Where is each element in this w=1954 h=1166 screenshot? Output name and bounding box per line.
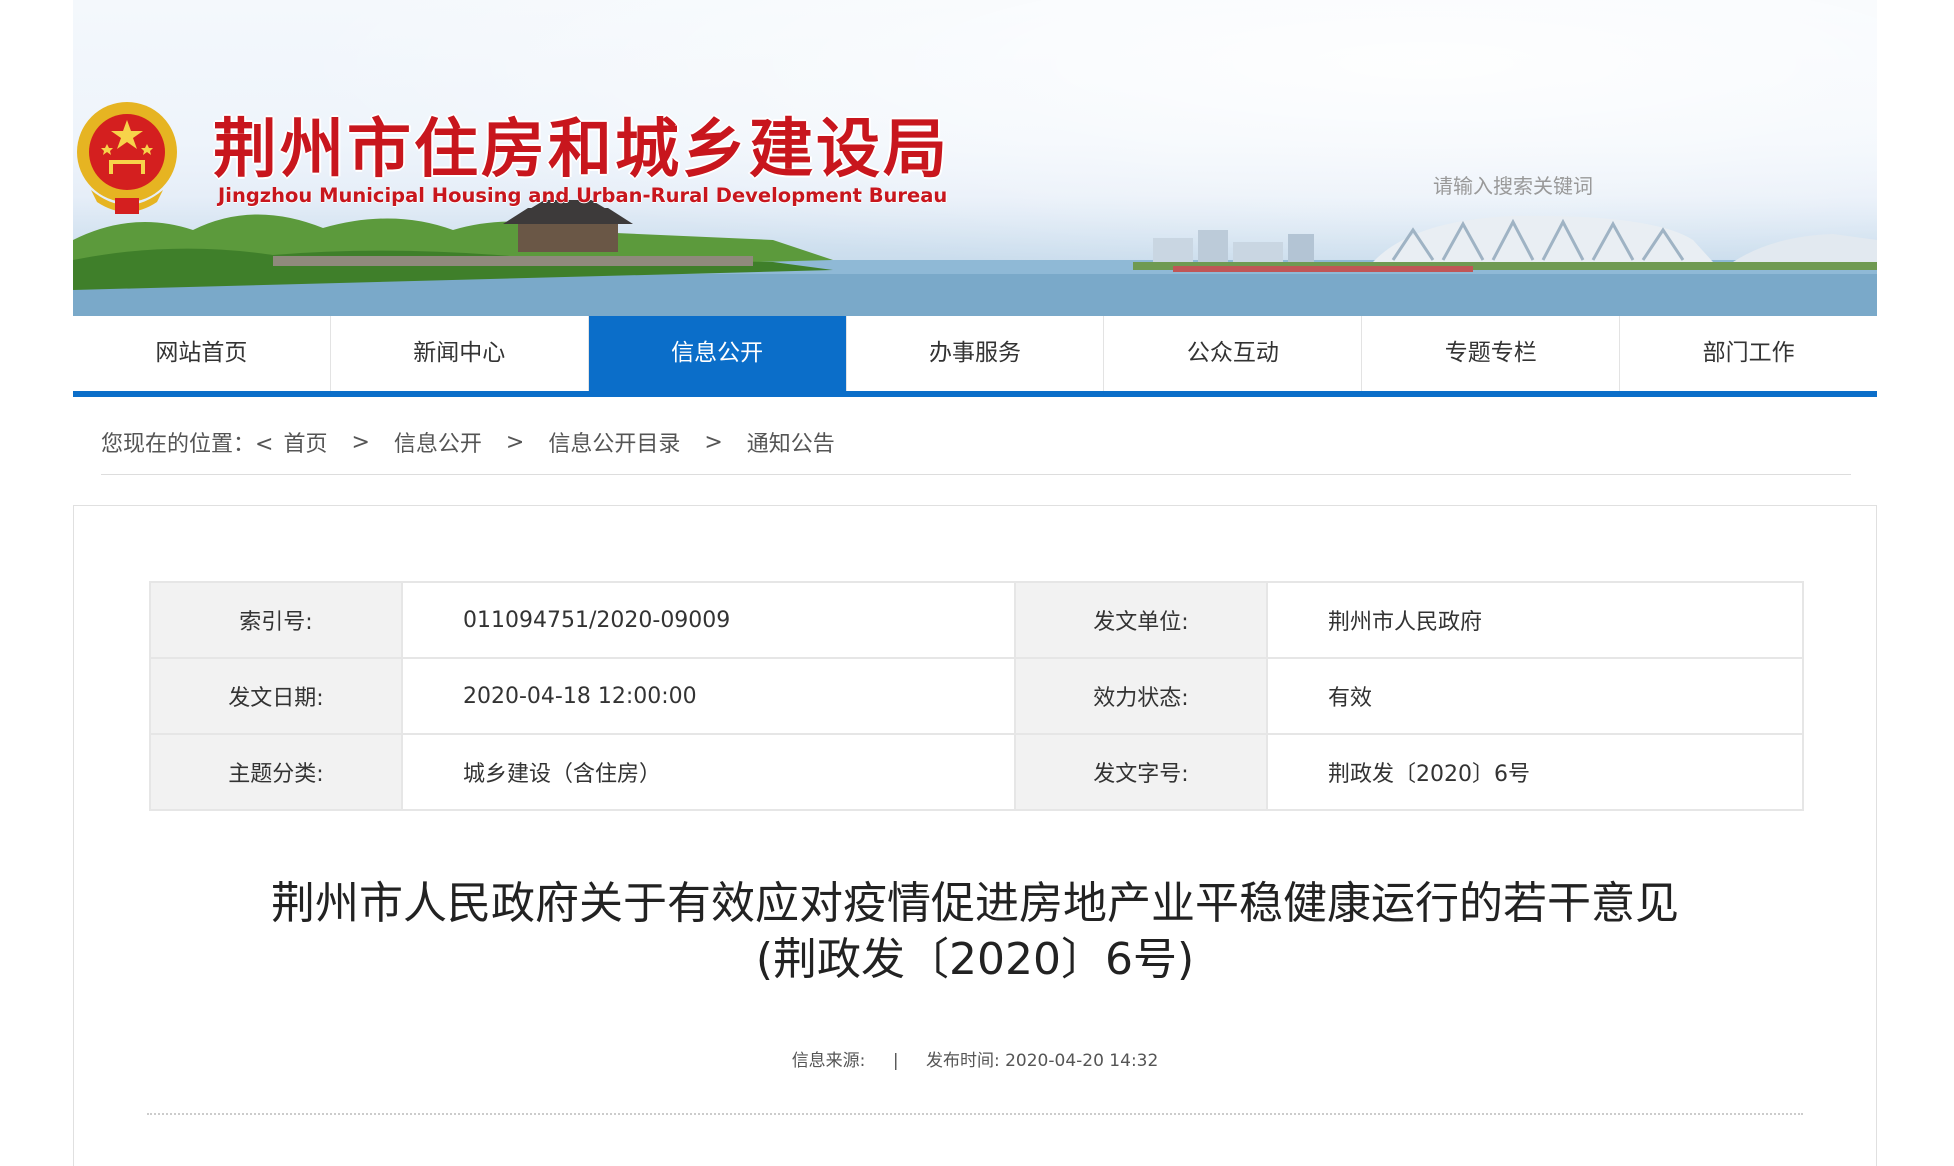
meta-label-validity-status: 效力状态: — [1014, 657, 1268, 735]
table-row: 主题分类: 城乡建设（含住房） 发文字号: 荆政发〔2020〕6号 — [149, 733, 1804, 811]
breadcrumb-link-home[interactable]: 首页 — [283, 426, 327, 458]
source-label: 信息来源: — [791, 1051, 866, 1071]
nav-item-news[interactable]: 新闻中心 — [331, 316, 589, 391]
breadcrumb-separator: > — [505, 429, 525, 455]
table-row: 索引号: 011094751/2020-09009 发文单位: 荆州市人民政府 — [149, 581, 1804, 659]
meta-label-document-number: 发文字号: — [1014, 733, 1268, 811]
breadcrumb-separator: > — [704, 429, 723, 455]
meta-value-issuing-unit: 荆州市人民政府 — [1266, 581, 1804, 659]
header-search — [1373, 166, 1877, 210]
meta-value-document-number: 荆政发〔2020〕6号 — [1266, 733, 1804, 811]
site-title-cn: 荆州市住房和城乡建设局 — [213, 112, 950, 187]
breadcrumb-link-info-catalog[interactable]: 信息公开目录 — [548, 426, 680, 458]
document-source-line: 信息来源: | 发布时间: 2020-04-20 14:32 — [74, 1046, 1876, 1071]
breadcrumb-lead: 您现在的位置：< — [101, 432, 274, 457]
content-divider — [147, 1113, 1803, 1115]
document-meta-table: 索引号: 011094751/2020-09009 发文单位: 荆州市人民政府 … — [149, 581, 1804, 811]
search-input[interactable] — [1373, 166, 1853, 206]
meta-value-subject-category: 城乡建设（含住房） — [401, 733, 1016, 811]
nav-item-department-work[interactable]: 部门工作 — [1620, 316, 1877, 391]
table-row: 发文日期: 2020-04-18 12:00:00 效力状态: 有效 — [149, 657, 1804, 735]
site-header-banner: 荆州市住房和城乡建设局 Jingzhou Municipal Housing a… — [73, 0, 1877, 316]
meta-value-validity-status: 有效 — [1266, 657, 1804, 735]
document-title-line-2: (荆政发〔2020〕6号) — [755, 934, 1195, 985]
meta-label-index-number: 索引号: — [149, 581, 403, 659]
breadcrumb-link-notices[interactable]: 通知公告 — [747, 426, 835, 458]
national-emblem-icon — [77, 102, 177, 214]
site-title-en: Jingzhou Municipal Housing and Urban-Rur… — [218, 184, 948, 207]
publish-time-label: 发布时间: — [925, 1051, 1000, 1071]
breadcrumb-separator: > — [351, 429, 370, 455]
main-nav: 网站首页 新闻中心 信息公开 办事服务 公众互动 专题专栏 部门工作 — [73, 316, 1877, 397]
meta-label-issue-date: 发文日期: — [149, 657, 403, 735]
banner-city-scene — [73, 200, 1877, 316]
document-title-line-1: 荆州市人民政府关于有效应对疫情促进房地产业平稳健康运行的若干意见 — [271, 878, 1679, 929]
meta-value-index-number: 011094751/2020-09009 — [401, 581, 1016, 659]
meta-label-subject-category: 主题分类: — [149, 733, 403, 811]
nav-item-interaction[interactable]: 公众互动 — [1104, 316, 1363, 391]
nav-item-home[interactable]: 网站首页 — [73, 316, 331, 391]
nav-item-info-disclosure[interactable]: 信息公开 — [588, 316, 847, 391]
document-title: 荆州市人民政府关于有效应对疫情促进房地产业平稳健康运行的若干意见 (荆政发〔20… — [114, 876, 1836, 988]
meta-value-issue-date: 2020-04-18 12:00:00 — [401, 657, 1016, 735]
breadcrumb: 您现在的位置：< 首页 > 信息公开 > 信息公开目录 > 通知公告 — [101, 410, 1851, 475]
nav-item-services[interactable]: 办事服务 — [847, 316, 1105, 391]
nav-item-special-topics[interactable]: 专题专栏 — [1362, 316, 1621, 391]
publish-time-value: 2020-04-20 14:32 — [1005, 1051, 1159, 1071]
meta-divider: | — [892, 1051, 899, 1071]
article-container: 索引号: 011094751/2020-09009 发文单位: 荆州市人民政府 … — [73, 505, 1877, 1166]
breadcrumb-link-info-disclosure[interactable]: 信息公开 — [394, 426, 482, 458]
meta-label-issuing-unit: 发文单位: — [1014, 581, 1268, 659]
